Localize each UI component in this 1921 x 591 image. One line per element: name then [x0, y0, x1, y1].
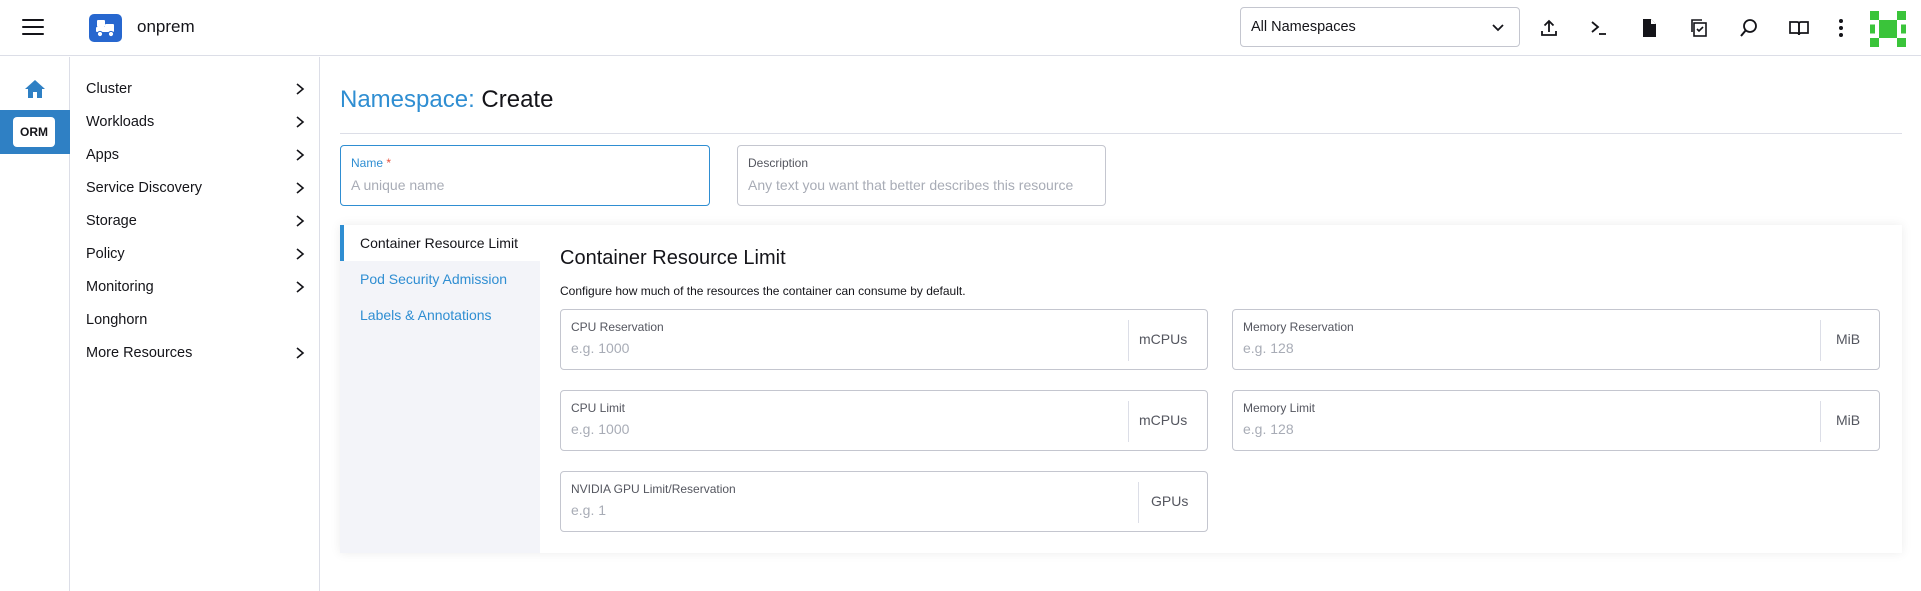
chevron-right-icon	[296, 182, 305, 194]
copy-kubeconfig-icon[interactable]	[1685, 14, 1713, 42]
tab-container-resource-limit[interactable]: Container Resource Limit	[340, 225, 540, 261]
gpu-limit-input[interactable]	[571, 502, 1117, 518]
search-icon[interactable]	[1735, 14, 1763, 42]
home-icon[interactable]	[23, 77, 47, 101]
cpu-reservation-unit: mCPUs	[1139, 331, 1188, 347]
unit-divider	[1138, 482, 1139, 523]
page-title-resource[interactable]: Namespace:	[340, 86, 475, 113]
namespace-select-value: All Namespaces	[1251, 19, 1356, 35]
chevron-right-icon	[296, 248, 305, 260]
gpu-limit-field[interactable]: NVIDIA GPU Limit/Reservation GPUs	[560, 471, 1208, 532]
description-input[interactable]	[748, 177, 1095, 193]
nav-item-label: Service Discovery	[86, 179, 203, 196]
chevron-right-icon	[296, 83, 305, 95]
nav-item-service-discovery[interactable]: Service Discovery	[71, 171, 320, 204]
unit-divider	[1820, 401, 1821, 442]
section-title: Container Resource Limit	[560, 247, 786, 269]
cluster-logo-icon	[89, 14, 122, 42]
more-vertical-icon[interactable]	[1827, 14, 1855, 42]
cluster-rail: ORM	[0, 57, 70, 591]
gpu-limit-label: NVIDIA GPU Limit/Reservation	[571, 482, 736, 496]
unit-divider	[1128, 401, 1129, 442]
memory-reservation-unit: MiB	[1836, 331, 1861, 347]
section-description: Configure how much of the resources the …	[560, 284, 966, 298]
unit-divider	[1128, 320, 1129, 361]
nav-item-label: Storage	[86, 212, 137, 229]
cpu-limit-input[interactable]	[571, 421, 1117, 437]
kubectl-shell-icon[interactable]	[1585, 14, 1613, 42]
name-field[interactable]: Name *	[340, 145, 710, 206]
resource-tabs-panel: Container Resource Limit Pod Security Ad…	[340, 225, 1902, 553]
cpu-reservation-field[interactable]: CPU Reservation mCPUs	[560, 309, 1208, 370]
cpu-reservation-input[interactable]	[571, 340, 1117, 356]
memory-limit-field[interactable]: Memory Limit MiB	[1232, 390, 1880, 451]
side-nav: Cluster Workloads Apps Service Discovery…	[71, 57, 320, 591]
nav-item-label: Apps	[86, 146, 120, 163]
tab-labels-annotations[interactable]: Labels & Annotations	[340, 297, 540, 333]
nav-item-label: Longhorn	[86, 311, 148, 328]
nav-item-longhorn[interactable]: Longhorn	[71, 303, 320, 336]
unit-divider	[1820, 320, 1821, 361]
name-input[interactable]	[351, 177, 699, 193]
nav-item-cluster[interactable]: Cluster	[71, 72, 320, 105]
chevron-right-icon	[296, 347, 305, 359]
chevron-right-icon	[296, 215, 305, 227]
nav-item-label: Workloads	[86, 113, 155, 130]
memory-limit-input[interactable]	[1243, 421, 1789, 437]
memory-reservation-label: Memory Reservation	[1243, 320, 1354, 334]
nav-item-workloads[interactable]: Workloads	[71, 105, 320, 138]
chevron-right-icon	[296, 149, 305, 161]
nav-item-apps[interactable]: Apps	[71, 138, 320, 171]
cluster-badge[interactable]: ORM	[13, 117, 55, 147]
cpu-limit-unit: mCPUs	[1139, 412, 1188, 428]
nav-item-label: More Resources	[86, 344, 193, 361]
hamburger-menu-icon[interactable]	[22, 19, 44, 37]
chevron-right-icon	[296, 116, 305, 128]
page-title-action: Create	[481, 86, 554, 113]
nav-item-more-resources[interactable]: More Resources	[71, 336, 320, 369]
tab-pod-security-admission[interactable]: Pod Security Admission	[340, 261, 540, 297]
description-field-label: Description	[748, 156, 809, 170]
namespace-select[interactable]: All Namespaces	[1240, 7, 1520, 47]
chevron-right-icon	[296, 281, 305, 293]
nav-item-label: Monitoring	[86, 278, 154, 295]
memory-limit-label: Memory Limit	[1243, 401, 1316, 415]
name-field-label: Name *	[351, 156, 392, 170]
nav-item-label: Cluster	[86, 80, 132, 97]
import-yaml-icon[interactable]	[1535, 14, 1563, 42]
page-title: Namespace: Create	[340, 86, 553, 114]
kubeconfig-file-icon[interactable]	[1635, 14, 1663, 42]
nav-item-policy[interactable]: Policy	[71, 237, 320, 270]
nav-item-label: Policy	[86, 245, 125, 262]
chevron-down-icon	[1492, 24, 1504, 32]
tab-list: Container Resource Limit Pod Security Ad…	[340, 225, 540, 553]
top-header: onprem All Namespaces	[0, 0, 1921, 56]
nav-item-storage[interactable]: Storage	[71, 204, 320, 237]
gpu-limit-unit: GPUs	[1151, 493, 1189, 509]
active-cluster-item[interactable]: ORM	[0, 110, 70, 154]
nav-item-monitoring[interactable]: Monitoring	[71, 270, 320, 303]
cpu-reservation-label: CPU Reservation	[571, 320, 664, 334]
cpu-limit-label: CPU Limit	[571, 401, 626, 415]
title-divider	[340, 133, 1902, 134]
cluster-name: onprem	[137, 17, 195, 36]
user-avatar[interactable]	[1870, 11, 1906, 47]
docs-book-icon[interactable]	[1785, 14, 1813, 42]
memory-limit-unit: MiB	[1836, 412, 1861, 428]
cpu-limit-field[interactable]: CPU Limit mCPUs	[560, 390, 1208, 451]
memory-reservation-input[interactable]	[1243, 340, 1789, 356]
description-field[interactable]: Description	[737, 145, 1106, 206]
memory-reservation-field[interactable]: Memory Reservation MiB	[1232, 309, 1880, 370]
